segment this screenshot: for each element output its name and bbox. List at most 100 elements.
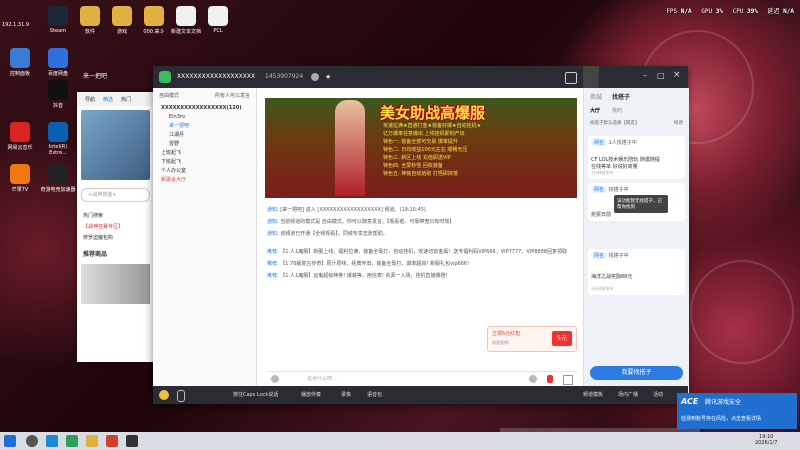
desktop-icon[interactable]: 奇游电竞加速器 xyxy=(40,164,76,193)
app-icon[interactable] xyxy=(106,435,118,447)
channel-tree-item[interactable]: Ein3ro xyxy=(153,113,256,122)
microphone-icon[interactable] xyxy=(177,390,185,402)
folder-icon xyxy=(144,6,164,26)
desktop-icon[interactable]: 网易云音乐 xyxy=(2,122,38,151)
desktop-icon[interactable]: 百度网盘 xyxy=(40,48,76,77)
channel-tree-item[interactable]: 个人办公室 xyxy=(153,167,256,176)
channel-list: 自由模式 所有人可以发言 XXXXXXXXXXXXXXXXX(120) Ein3r… xyxy=(153,88,257,404)
channel-name: XXXXXXXXXXXXXXXXXXX xyxy=(177,73,256,80)
yy-logo-icon xyxy=(159,71,171,83)
app-icon[interactable] xyxy=(66,435,78,447)
channel-tree-item[interactable]: 下班起飞 xyxy=(153,158,256,167)
browser-window[interactable]: 导航 精选 热门 +战神技能+ 热门搜索 【战神狂暴专区】 修罗迫魔包购 推荐商… xyxy=(77,92,154,362)
channel-tree-item[interactable]: XXXXXXXXXXXXXXXXX(120) xyxy=(153,104,256,113)
avatar[interactable] xyxy=(159,390,169,400)
broadcast-label[interactable]: 场内广播 xyxy=(618,391,638,398)
channel-template-label[interactable]: 频道模板 xyxy=(583,391,603,398)
notification-title: 腾讯游戏安全 xyxy=(705,399,742,406)
security-notification[interactable]: ACE 腾讯游戏安全 检测到账号存在风险，点击查看详情 xyxy=(677,393,797,429)
tooltip: 该功能暂无找搭子，已帮你找到 xyxy=(614,195,668,213)
ptt-label[interactable]: 按住Caps Lock说话 xyxy=(233,391,278,398)
document-icon xyxy=(208,6,228,26)
channel-tree-item[interactable]: 新歌会大厅 xyxy=(153,176,256,185)
game-banner[interactable]: 美女助战高爆服 攻速拉满★直通打金★装备好爆★自动挂机★ 亿万爆率任意爆出 上线挂… xyxy=(265,98,577,198)
gift-icon[interactable] xyxy=(563,375,573,385)
home-icon[interactable] xyxy=(583,66,599,88)
activity-label[interactable]: 活动 xyxy=(653,391,663,398)
banner-line: 特色二: 日均收益100元左右 顺畅无压 xyxy=(383,147,468,153)
desktop-icon[interactable]: 游戏 xyxy=(104,6,140,35)
filter-edit-button[interactable]: 修改 xyxy=(674,120,683,126)
screen-icon[interactable] xyxy=(565,72,577,84)
browser-search-input[interactable]: +战神技能+ xyxy=(81,188,150,202)
desktop-icon[interactable]: 000.来斗 xyxy=(136,6,172,35)
subtab-hall[interactable]: 大厅 xyxy=(590,107,600,114)
desktop-icon[interactable]: PCL xyxy=(200,6,236,34)
folder-icon[interactable] xyxy=(86,435,98,447)
subtab-mine[interactable]: 我的 xyxy=(612,107,622,114)
find-partner-button[interactable]: 我要找搭子 xyxy=(590,366,683,380)
channel-tree-item[interactable]: 来一把吧 xyxy=(153,122,256,131)
star-icon[interactable]: ★ xyxy=(325,73,331,81)
card-user: 网名 xyxy=(591,139,608,146)
card-user: 网名 xyxy=(591,252,608,259)
emoji-icon[interactable] xyxy=(271,375,279,383)
message-text: 当前频道的模式是 自由模式，你可以随意发言。【观看者、可靠带宽只有时效】 xyxy=(280,219,455,225)
desktop-icon[interactable]: 抖音 xyxy=(40,80,76,109)
desktop-icon[interactable]: Intel(R) Extre... xyxy=(40,122,76,156)
partner-card[interactable]: 网名 1人找搭子中 CF LOL技术娱乐陪玩 随邀随提 在线等单 好说好商量 1… xyxy=(588,136,685,179)
intel-icon xyxy=(48,122,68,142)
message-text: 该频道已开通【全频观看】，同城专享志愿帮助。 xyxy=(280,231,388,237)
tab-mall[interactable]: 商城 xyxy=(590,92,602,101)
partner-card[interactable]: 网名 找搭子中 海洋之战奖励88元 2分钟前发布 xyxy=(588,249,685,295)
channel-tree-item[interactable]: 江湖月 xyxy=(153,131,256,140)
message-text: 【1.76版复古传奇】原汁原味，经典怀旧，装备全靠打，爆率超高! 新服礼包vip… xyxy=(280,261,470,267)
promo-badge: 5元 xyxy=(552,331,572,346)
filter-text: 找搭子默认选择【网友】 xyxy=(590,121,640,126)
browser-tab[interactable]: 导航 xyxy=(85,96,95,103)
hot-search-item[interactable]: 【战神狂暴专区】 xyxy=(77,221,154,232)
voicepack-label[interactable]: 语音包 xyxy=(367,391,382,398)
desktop-icon[interactable]: 新建文本文档 xyxy=(168,6,204,35)
card-time: 2分钟前发布 xyxy=(591,286,614,291)
windows-start-icon[interactable] xyxy=(4,435,16,447)
browser-tab[interactable]: 精选 xyxy=(103,96,113,103)
maximize-icon[interactable]: □ xyxy=(657,71,665,80)
folder-icon xyxy=(112,6,132,26)
chat-message: 通知: [来一把吧] 进入 [XXXXXXXXXXXXXXXXXX] 频道。(1… xyxy=(267,206,577,214)
bgm-label[interactable]: 播放伴奏 xyxy=(301,391,321,398)
browser-link[interactable]: 修罗迫魔包购 xyxy=(77,232,154,243)
members-icon[interactable] xyxy=(311,73,319,81)
channel-tree-item[interactable]: 上班起飞 xyxy=(153,149,256,158)
record-label[interactable]: 录像 xyxy=(341,391,351,398)
recommend-title: 推荐商品 xyxy=(83,251,108,258)
tab-find-partner[interactable]: 找搭子 xyxy=(612,92,630,101)
desktop-icon[interactable]: 控制面板 xyxy=(2,48,38,77)
chat-bubble-icon[interactable] xyxy=(529,375,537,383)
clock[interactable]: 19:10 2026/1/7 xyxy=(755,434,777,446)
desktop-icon-label: 奇游电竞加速器 xyxy=(40,187,76,193)
browser-tab[interactable]: 热门 xyxy=(121,96,131,103)
user-name[interactable]: 来一把吧 xyxy=(83,66,107,88)
browser-hero-image[interactable] xyxy=(81,110,150,180)
desktop-icon-label: 控制面板 xyxy=(9,71,30,77)
red-packet-icon[interactable] xyxy=(547,375,553,383)
partner-card[interactable]: 网名 找搭子中 抢票日前 该功能暂无找搭子，已帮你找到 xyxy=(588,183,685,221)
desktop-icon[interactable]: 软件 xyxy=(72,6,108,35)
chat-input-area[interactable]: 说点什么吧... xyxy=(267,371,577,386)
search-icon[interactable] xyxy=(26,435,38,447)
minimize-icon[interactable]: – xyxy=(643,71,647,80)
app-icon[interactable] xyxy=(126,435,138,447)
close-icon[interactable]: × xyxy=(673,70,681,80)
card-status: 找搭子中 xyxy=(608,187,629,193)
mode-label[interactable]: 自由模式 xyxy=(159,92,179,100)
channel-tree-item[interactable]: 冒野 xyxy=(153,140,256,149)
recommend-image[interactable] xyxy=(81,264,150,304)
edge-icon[interactable] xyxy=(46,435,58,447)
chat-input[interactable]: 说点什么吧... xyxy=(307,375,337,382)
desktop-icon[interactable]: 芒果TV xyxy=(2,164,38,193)
desktop-icon[interactable]: Steam xyxy=(40,6,76,34)
banner-line: 特色四: 全屏秒怪 回收装备 xyxy=(383,163,443,169)
promo-redpacket[interactable]: 立领5元红包 极速到账! 5元 xyxy=(487,326,577,352)
ip-text: 192.1.31.9 xyxy=(2,22,30,28)
